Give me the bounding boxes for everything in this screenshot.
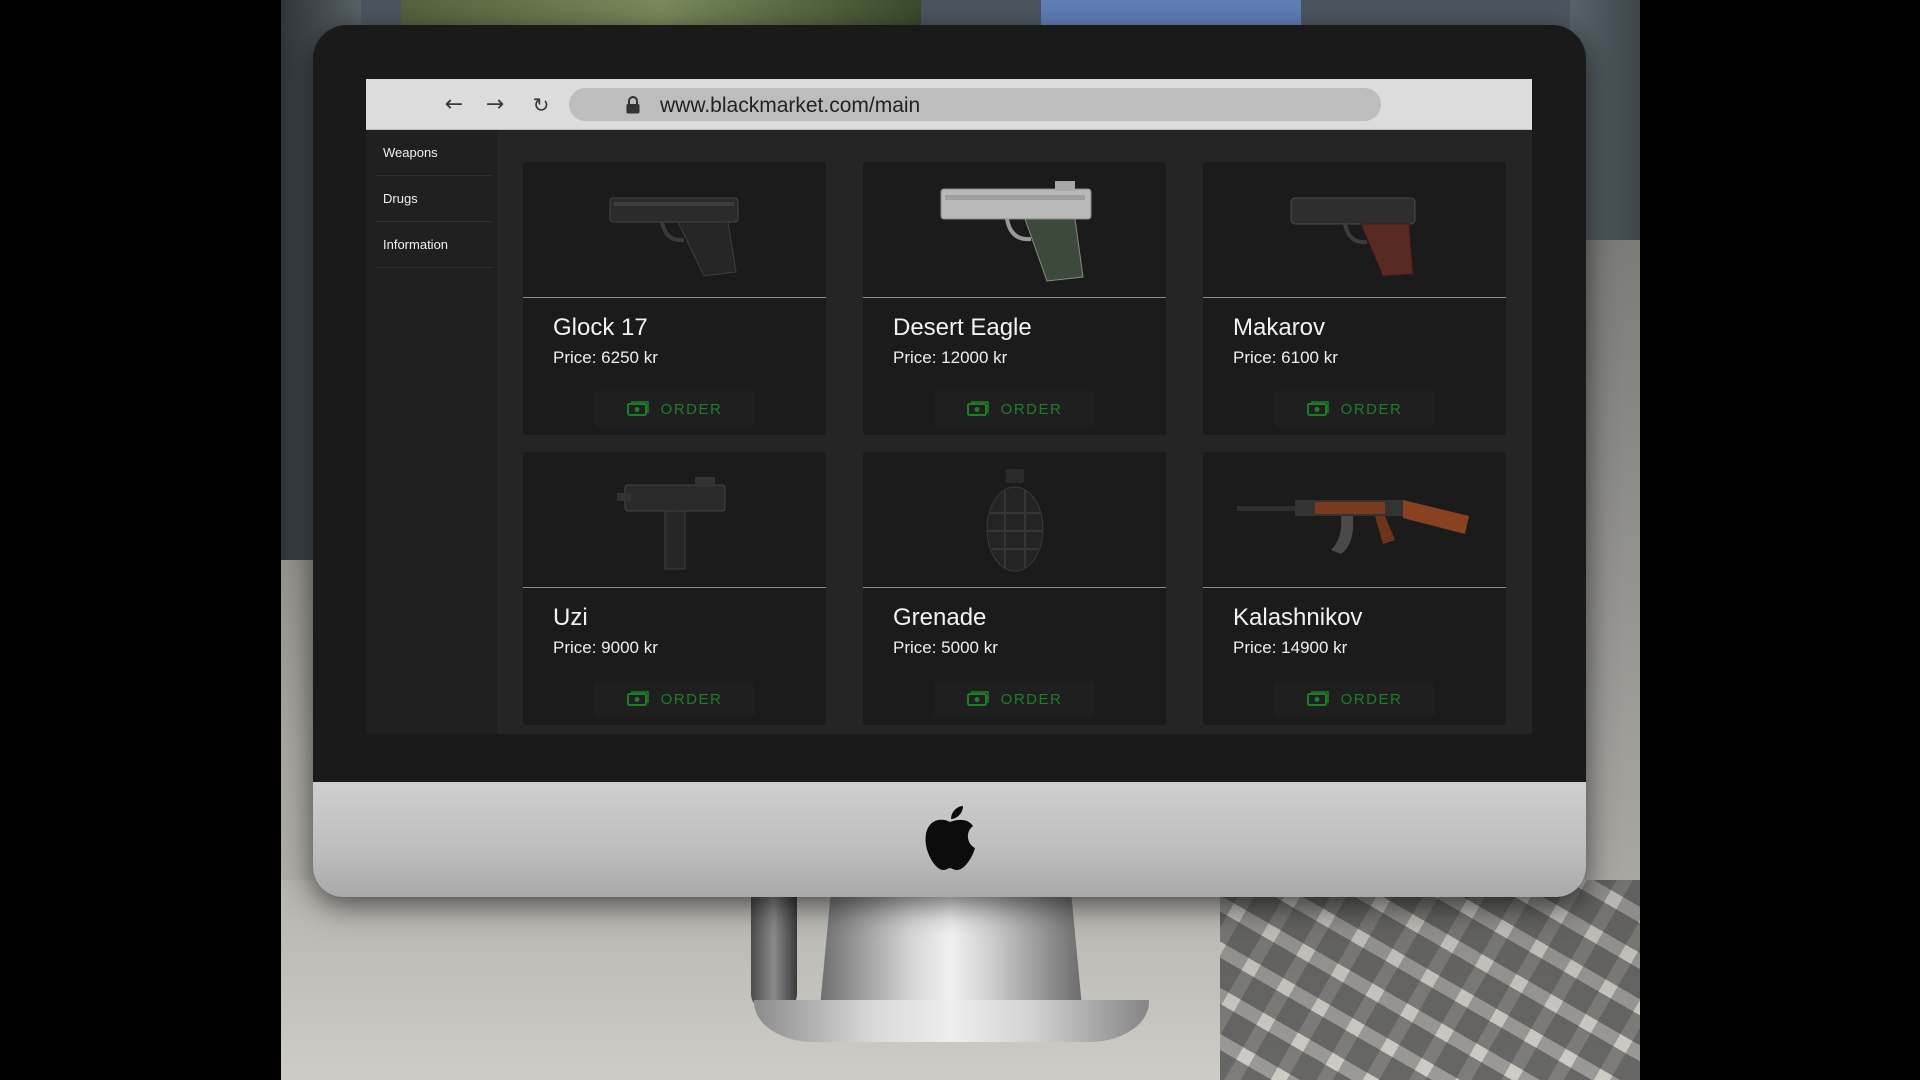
monitor-stand-base: [754, 1000, 1149, 1042]
sidebar-item-weapons[interactable]: Weapons: [375, 130, 493, 176]
product-image: [863, 452, 1166, 588]
product-name: Makarov: [1233, 314, 1326, 341]
cash-icon: [626, 401, 649, 416]
browser-toolbar: ← → ↻ www.blackmarket.com/main: [366, 79, 1532, 130]
webpage: Weapons Drugs Information Glock 17 Price…: [366, 130, 1532, 734]
forward-arrow-icon[interactable]: →: [483, 93, 507, 117]
order-label: ORDER: [660, 690, 723, 708]
reload-icon[interactable]: ↻: [529, 93, 553, 117]
back-arrow-icon[interactable]: ←: [442, 93, 466, 117]
product-card-kalashnikov: Kalashnikov Price: 14900 kr ORDER: [1203, 452, 1506, 725]
product-price: Price: 9000 kr: [553, 638, 658, 657]
product-price: Price: 6100 kr: [1233, 348, 1338, 367]
monitor-stand-neck: [820, 897, 1082, 1007]
product-name: Grenade: [893, 604, 987, 631]
product-card-grenade: Grenade Price: 5000 kr ORDER: [863, 452, 1166, 725]
product-name: Desert Eagle: [893, 314, 1032, 341]
order-button[interactable]: ORDER: [934, 681, 1095, 717]
background-tiles: [1220, 880, 1640, 1080]
product-card-desert-eagle: Desert Eagle Price: 12000 kr ORDER: [863, 162, 1166, 435]
apple-logo-icon: [925, 806, 975, 870]
grenade-icon: [986, 468, 1043, 571]
pistol-icon: [940, 180, 1091, 282]
product-image: [523, 162, 826, 298]
order-label: ORDER: [1340, 690, 1403, 708]
product-card-uzi: Uzi Price: 9000 kr ORDER: [523, 452, 826, 725]
product-card-glock-17: Glock 17 Price: 6250 kr ORDER: [523, 162, 826, 435]
product-price: Price: 6250 kr: [553, 348, 658, 367]
order-label: ORDER: [1000, 400, 1063, 418]
lock-icon: [626, 96, 640, 114]
background-sky: [1041, 0, 1301, 26]
product-name: Kalashnikov: [1233, 604, 1363, 631]
product-image: [523, 452, 826, 588]
product-price: Price: 14900 kr: [1233, 638, 1348, 657]
sidebar-item-drugs[interactable]: Drugs: [375, 176, 493, 222]
product-image: [1203, 452, 1506, 588]
imac-monitor: ← → ↻ www.blackmarket.com/main Weapons D…: [313, 25, 1586, 897]
order-button[interactable]: ORDER: [594, 391, 755, 427]
cash-icon: [1306, 401, 1329, 416]
order-label: ORDER: [1000, 690, 1063, 708]
product-price: Price: 5000 kr: [893, 638, 998, 657]
sidebar-item-label: Weapons: [383, 145, 438, 160]
order-button[interactable]: ORDER: [934, 391, 1095, 427]
screen: ← → ↻ www.blackmarket.com/main Weapons D…: [366, 79, 1532, 734]
product-name: Glock 17: [553, 314, 648, 341]
sidebar-item-label: Drugs: [383, 191, 418, 206]
product-name: Uzi: [553, 604, 588, 631]
monitor-chin: [313, 782, 1586, 897]
cash-icon: [1306, 691, 1329, 706]
cash-icon: [966, 691, 989, 706]
background-character-leg: [751, 880, 797, 1010]
sidebar-item-label: Information: [383, 237, 449, 252]
order-button[interactable]: ORDER: [1274, 681, 1435, 717]
order-button[interactable]: ORDER: [594, 681, 755, 717]
cash-icon: [966, 401, 989, 416]
order-label: ORDER: [1340, 400, 1403, 418]
pistol-icon: [1290, 197, 1415, 277]
smg-icon: [616, 476, 725, 569]
product-price: Price: 12000 kr: [893, 348, 1008, 367]
product-image: [863, 162, 1166, 298]
background-curb: [1585, 240, 1640, 880]
order-label: ORDER: [660, 400, 723, 418]
url-text: www.blackmarket.com/main: [660, 94, 921, 117]
sidebar-item-information[interactable]: Information: [375, 222, 493, 268]
order-button[interactable]: ORDER: [1274, 391, 1435, 427]
address-bar[interactable]: www.blackmarket.com/main: [569, 88, 1381, 121]
pistol-icon: [609, 197, 738, 277]
product-grid: Glock 17 Price: 6250 kr ORDER Desert Eag…: [523, 162, 1513, 725]
cash-icon: [626, 691, 649, 706]
rifle-icon: [1236, 499, 1469, 554]
sidebar: Weapons Drugs Information: [366, 130, 497, 734]
product-card-makarov: Makarov Price: 6100 kr ORDER: [1203, 162, 1506, 435]
product-image: [1203, 162, 1506, 298]
